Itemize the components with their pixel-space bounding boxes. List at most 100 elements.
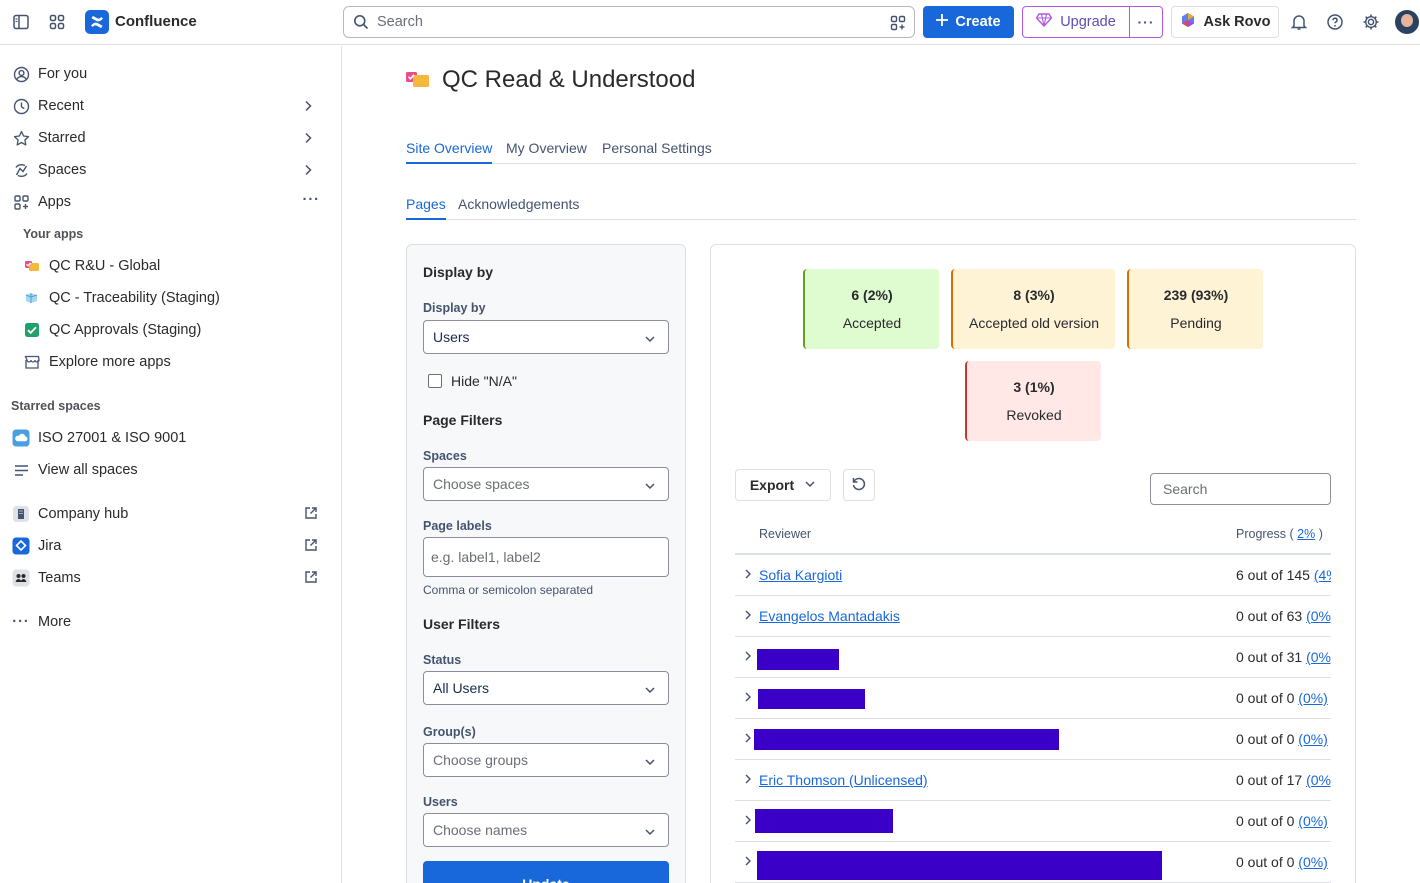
groups-select[interactable]: Choose groups (423, 743, 669, 777)
sidebar-link-company-hub[interactable]: Company hub (12, 502, 328, 526)
expand-chevron-icon[interactable] (742, 690, 754, 706)
chevron-right-icon[interactable] (300, 130, 316, 150)
progress-percent-link[interactable]: (0%) (1298, 690, 1328, 706)
sidebar-space-iso[interactable]: ISO 27001 & ISO 9001 (12, 426, 328, 450)
progress-header-prefix: Progress ( (1236, 527, 1294, 541)
update-button[interactable]: Update (423, 861, 669, 883)
table-row: 0 out of 0 (0%) (735, 719, 1331, 760)
sidebar-app-qc-ru-global[interactable]: QC R&U - Global (24, 255, 160, 277)
sidebar-link-jira[interactable]: Jira (12, 534, 328, 558)
refresh-button[interactable] (843, 469, 875, 501)
stat-card-accepted[interactable]: 6 (2%) Accepted (803, 269, 939, 349)
progress-percent-link[interactable]: (0%) (1298, 731, 1328, 747)
settings-gear-icon[interactable] (1360, 11, 1382, 33)
tab-personal-settings[interactable]: Personal Settings (602, 140, 712, 162)
app-switcher-icon[interactable] (46, 11, 68, 33)
page-labels-input[interactable]: e.g. label1, label2 (423, 537, 669, 577)
stat-card-revoked[interactable]: 3 (1%) Revoked (965, 361, 1101, 441)
external-link-icon[interactable] (304, 570, 318, 588)
sidebar-item-label: Jira (38, 538, 62, 554)
progress-header-percent-link[interactable]: 2% (1297, 527, 1315, 541)
chevron-down-icon (644, 825, 656, 841)
tab-pages[interactable]: Pages (406, 196, 446, 220)
external-link-icon[interactable] (304, 506, 318, 524)
confluence-logo-icon[interactable] (85, 10, 109, 34)
progress-cell: 0 out of 0 (0%) (1236, 690, 1331, 706)
reviewer-name-link[interactable]: Sofia Kargioti (759, 567, 842, 583)
user-avatar[interactable] (1395, 10, 1419, 34)
tab-my-overview[interactable]: My Overview (506, 140, 587, 162)
help-icon[interactable] (1324, 11, 1346, 33)
expand-chevron-icon[interactable] (742, 608, 754, 624)
reviewer-name-link[interactable]: Eric Thomson (Unlicensed) (759, 772, 928, 788)
search-icon (353, 14, 369, 30)
progress-percent-link[interactable]: (4%) (1314, 567, 1331, 583)
sidebar-explore-more-apps[interactable]: Explore more apps (24, 351, 171, 373)
sidebar-app-qc-approvals[interactable]: QC Approvals (Staging) (24, 319, 201, 341)
hide-na-checkbox[interactable] (428, 374, 442, 388)
apps-more-icon[interactable]: ··· (303, 192, 321, 208)
progress-cell: 0 out of 63 (0%) (1236, 608, 1331, 624)
table-row: Eric Thomson (Unlicensed) 0 out of 17 (0… (735, 760, 1331, 801)
export-button[interactable]: Export (735, 469, 831, 501)
expand-chevron-icon[interactable] (742, 567, 754, 583)
progress-header-suffix: ) (1318, 527, 1323, 541)
chevron-right-icon[interactable] (300, 98, 316, 118)
expand-chevron-icon[interactable] (742, 731, 754, 747)
table-row: Sofia Kargioti 6 out of 145 (4%) (735, 555, 1331, 596)
plus-icon (936, 14, 949, 30)
sidebar-item-label: Starred (38, 130, 86, 146)
upgrade-button[interactable]: Upgrade (1023, 7, 1130, 37)
sidebar-toggle-icon[interactable] (10, 11, 32, 33)
expand-chevron-icon[interactable] (742, 649, 754, 665)
search-filter-icon[interactable] (890, 15, 906, 31)
external-link-icon[interactable] (304, 538, 318, 556)
main-tabs: Site Overview My Overview Personal Setti… (406, 138, 1356, 164)
table-row: Evangelos Mantadakis 0 out of 63 (0%) (735, 596, 1331, 637)
progress-percent-link[interactable]: (0%) (1306, 772, 1331, 788)
rovo-icon (1180, 12, 1196, 32)
notifications-bell-icon[interactable] (1288, 11, 1310, 33)
spaces-select[interactable]: Choose spaces (423, 467, 669, 501)
sidebar-item-spaces[interactable]: Spaces (12, 158, 328, 182)
tab-site-overview[interactable]: Site Overview (406, 140, 493, 164)
results-panel: 6 (2%) Accepted 8 (3%) Accepted old vers… (710, 244, 1356, 883)
ask-rovo-button[interactable]: Ask Rovo (1171, 6, 1279, 38)
create-button[interactable]: Create (923, 6, 1014, 38)
chevron-right-icon[interactable] (300, 162, 316, 182)
sidebar-item-more[interactable]: ··· More (12, 610, 328, 634)
reviewer-name-link[interactable]: Evangelos Mantadakis (759, 608, 900, 624)
display-by-select[interactable]: Users (423, 320, 669, 354)
status-select[interactable]: All Users (423, 671, 669, 705)
progress-percent-link[interactable]: (0%) (1298, 813, 1328, 829)
users-select[interactable]: Choose names (423, 813, 669, 847)
progress-percent-link[interactable]: (0%) (1306, 649, 1331, 665)
sidebar-item-for-you[interactable]: For you (12, 62, 328, 86)
stat-card-accepted-old-version[interactable]: 8 (3%) Accepted old version (951, 269, 1115, 349)
upgrade-more-button[interactable]: ··· (1130, 7, 1162, 37)
global-search-input[interactable]: Search (343, 6, 915, 38)
chevron-down-icon (644, 332, 656, 348)
sidebar-view-all-spaces[interactable]: View all spaces (12, 458, 328, 482)
product-name[interactable]: Confluence (115, 13, 197, 30)
progress-percent-link[interactable]: (0%) (1306, 608, 1331, 624)
progress-percent-link[interactable]: (0%) (1298, 854, 1328, 870)
spaces-placeholder: Choose spaces (433, 476, 530, 492)
column-header-progress[interactable]: Progress ( 2% ) (1236, 527, 1323, 541)
top-navigation-bar: Confluence Search Create Upgrade ··· Ask… (0, 0, 1420, 45)
sidebar-item-recent[interactable]: Recent (12, 94, 328, 118)
sidebar-app-qc-traceability[interactable]: QC - Traceability (Staging) (24, 287, 220, 309)
expand-chevron-icon[interactable] (742, 772, 754, 788)
sidebar-item-starred[interactable]: Starred (12, 126, 328, 150)
sidebar-link-teams[interactable]: Teams (12, 566, 328, 590)
qc-ru-app-icon (406, 70, 430, 90)
sidebar-item-apps[interactable]: Apps ··· (12, 190, 328, 214)
tab-acknowledgements[interactable]: Acknowledgements (458, 196, 579, 218)
stat-card-pending[interactable]: 239 (93%) Pending (1127, 269, 1263, 349)
expand-chevron-icon[interactable] (742, 854, 754, 870)
table-search-input[interactable]: Search (1150, 473, 1331, 505)
column-header-reviewer[interactable]: Reviewer (759, 527, 811, 541)
spaces-icon (12, 161, 30, 179)
expand-chevron-icon[interactable] (742, 813, 754, 829)
redacted-reviewer-name (754, 729, 1059, 750)
